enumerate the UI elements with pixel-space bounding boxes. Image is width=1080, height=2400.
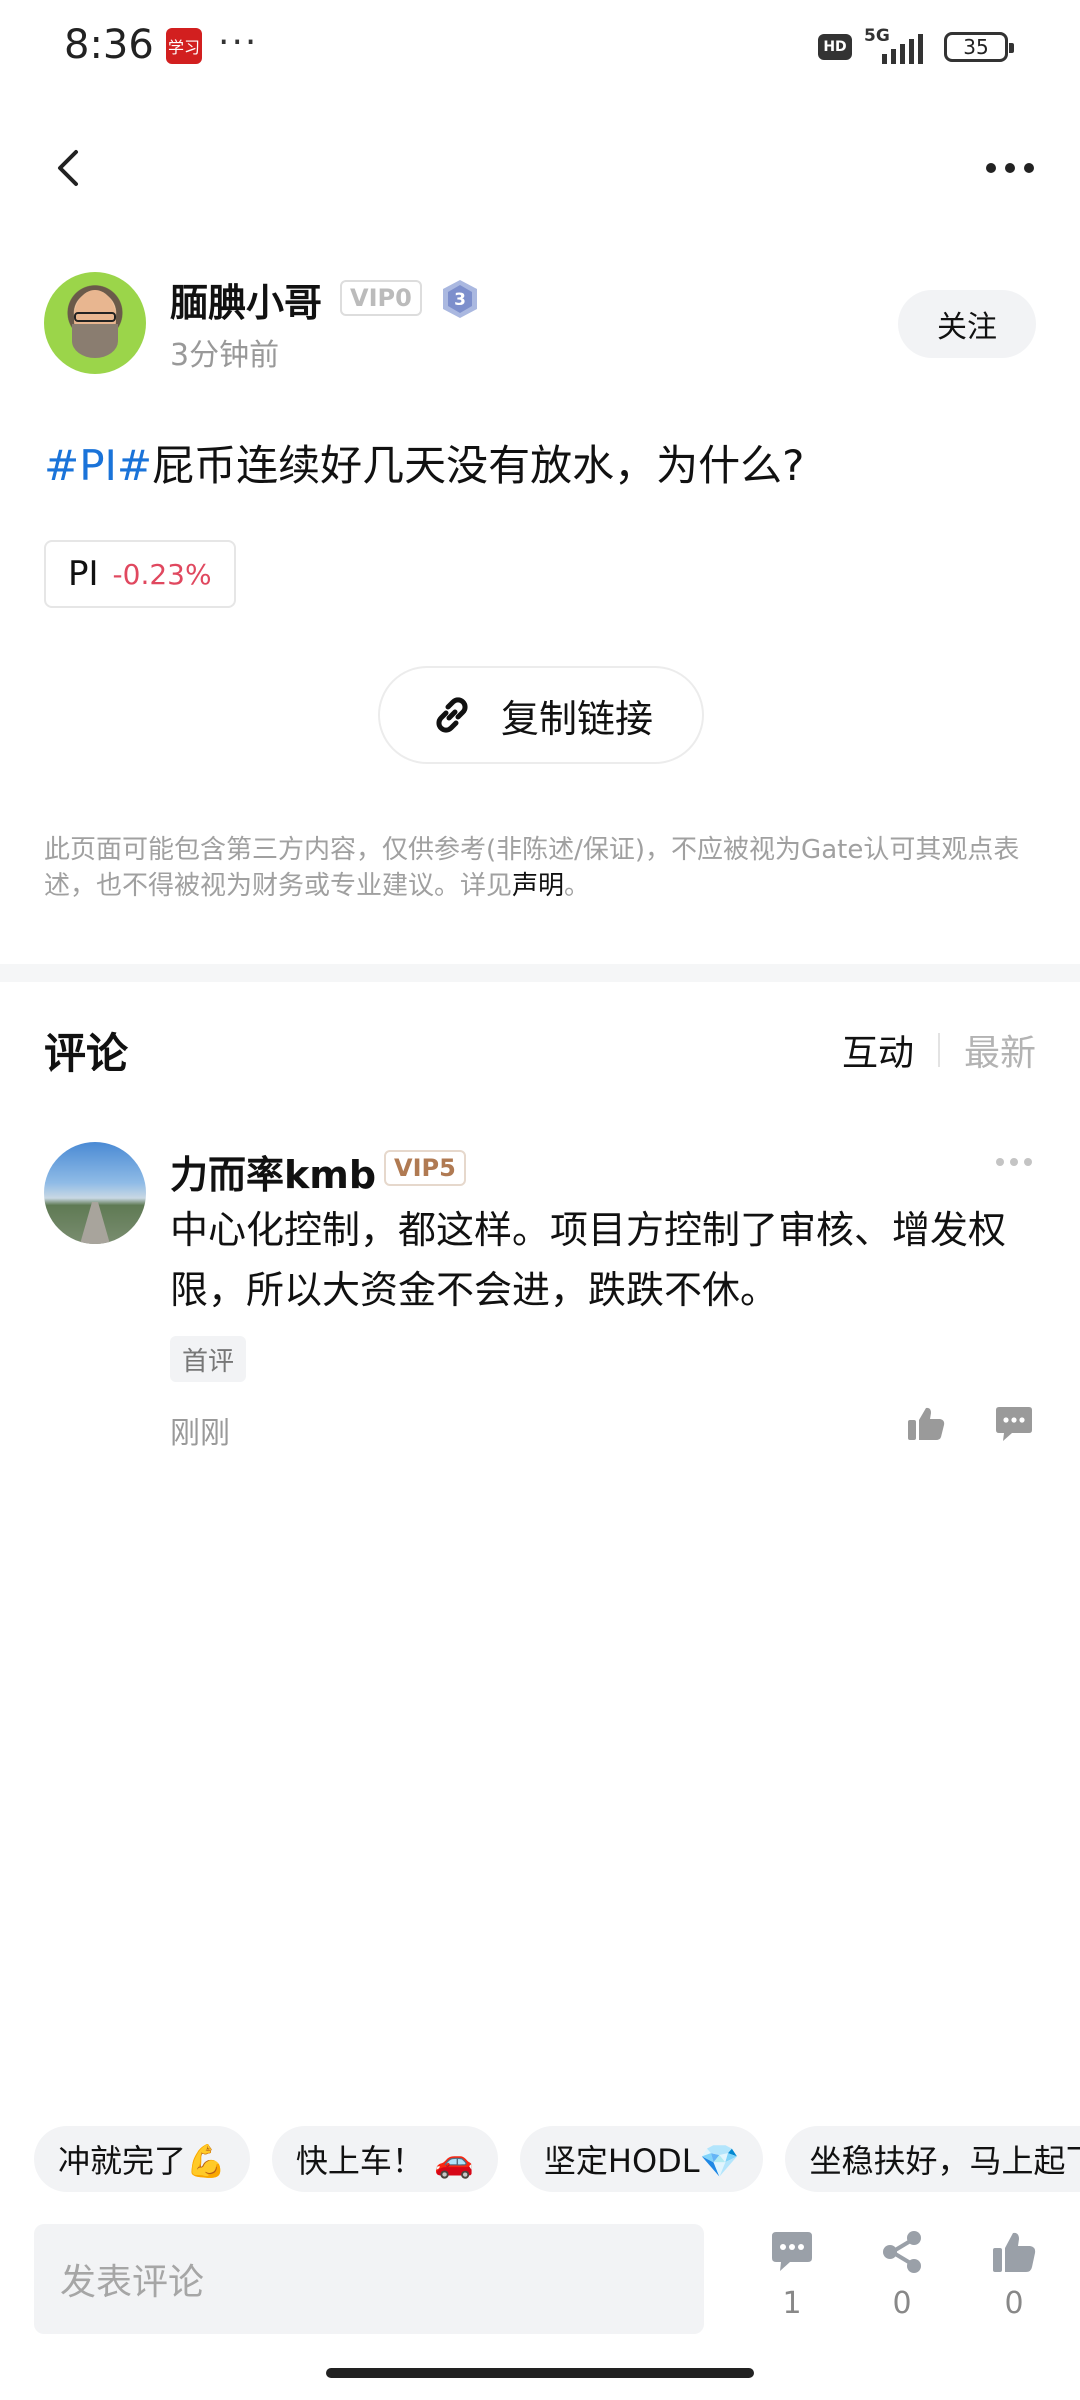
- quick-replies: 冲就完了💪 快上车！ 🚗 坚定HODL💎 坐稳扶好，马上起飞: [34, 2126, 1080, 2192]
- top-nav: [0, 120, 1080, 216]
- comment-icon: [772, 2232, 812, 2271]
- app-notification-icon: 学习: [166, 28, 202, 64]
- like-button[interactable]: 0: [974, 2228, 1054, 2328]
- comment-reply-icon[interactable]: [992, 1402, 1036, 1446]
- status-overflow-icon: ···: [218, 22, 259, 63]
- post-content: #PI#屁币连续好几天没有放水，为什么?: [44, 436, 1036, 496]
- level-badge-icon: 3: [443, 280, 477, 318]
- comment-more-icon[interactable]: [992, 1152, 1036, 1172]
- comment-like-icon[interactable]: [904, 1402, 948, 1446]
- battery-icon: 35: [944, 32, 1014, 62]
- first-comment-tag: 首评: [170, 1336, 247, 1382]
- sort-tab-latest[interactable]: 最新: [964, 1024, 1036, 1076]
- level-number: 3: [454, 290, 466, 310]
- quick-reply-chip[interactable]: 坚定HODL💎: [519, 2126, 764, 2192]
- disclaimer-link[interactable]: 声明: [512, 871, 564, 901]
- status-time: 8:36: [64, 22, 154, 68]
- quick-reply-chip[interactable]: 坐稳扶好，马上起飞: [785, 2126, 1080, 2192]
- hashtag-link[interactable]: #PI#: [44, 441, 152, 490]
- like-icon: [993, 2232, 1036, 2272]
- token-change: -0.23%: [112, 557, 212, 591]
- disclaimer-end: 。: [564, 871, 591, 901]
- more-dots-icon[interactable]: [980, 150, 1040, 186]
- post-body: 屁币连续好几天没有放水，为什么?: [152, 441, 805, 490]
- quick-reply-chip[interactable]: 快上车！ 🚗: [271, 2126, 498, 2192]
- post-author: 腼腆小哥 VIP0 3 3分钟前 关注: [44, 272, 1036, 382]
- author-name[interactable]: 腼腆小哥: [170, 272, 322, 327]
- comments-title: 评论: [44, 1029, 129, 1078]
- copy-link-label: 复制链接: [500, 696, 653, 741]
- link-icon: [436, 697, 468, 733]
- disclaimer: 此页面可能包含第三方内容，仅供参考(非陈述/保证)，不应被视为Gate认可其观点…: [44, 832, 1036, 904]
- status-bar: 8:36 学习 ··· HD 5G 35: [0, 0, 1080, 96]
- comment-count: 1: [782, 2286, 802, 2321]
- comment-count-button[interactable]: 1: [752, 2228, 832, 2328]
- battery-level: 35: [963, 35, 989, 59]
- comment-sort-tabs: 互动 最新: [842, 1024, 1036, 1076]
- commenter-name[interactable]: 力而率kmb: [170, 1144, 376, 1199]
- home-indicator[interactable]: [326, 2368, 754, 2378]
- author-avatar[interactable]: [44, 272, 146, 374]
- share-button[interactable]: 0: [862, 2228, 942, 2328]
- commenter-avatar[interactable]: [44, 1142, 146, 1244]
- like-count: 0: [1004, 2286, 1024, 2321]
- hd-icon: HD: [818, 34, 852, 60]
- comment-item: 力而率kmb VIP5 中心化控制，都这样。项目方控制了审核、增发权限，所以大资…: [44, 1140, 1036, 1470]
- vip-badge: VIP0: [340, 280, 422, 316]
- copy-link-button[interactable]: 复制链接: [378, 666, 704, 764]
- share-count: 0: [892, 2286, 912, 2321]
- follow-button[interactable]: 关注: [898, 290, 1036, 358]
- back-chevron-icon[interactable]: [44, 142, 96, 194]
- token-symbol: PI: [68, 554, 99, 594]
- post-time: 3分钟前: [170, 338, 280, 373]
- section-divider: [0, 964, 1080, 982]
- token-chip[interactable]: PI -0.23%: [44, 540, 236, 608]
- sort-tab-interaction[interactable]: 互动: [842, 1024, 914, 1076]
- signal-icon: 5G: [864, 26, 934, 66]
- comment-input[interactable]: 发表评论: [34, 2224, 704, 2334]
- share-icon: [883, 2231, 921, 2273]
- commenter-vip-badge: VIP5: [384, 1150, 466, 1186]
- comment-time: 刚刚: [170, 1416, 230, 1451]
- comment-text: 中心化控制，都这样。项目方控制了审核、增发权限，所以大资金不会进，跌跌不休。: [170, 1208, 1007, 1312]
- quick-reply-chip[interactable]: 冲就完了💪: [34, 2126, 250, 2192]
